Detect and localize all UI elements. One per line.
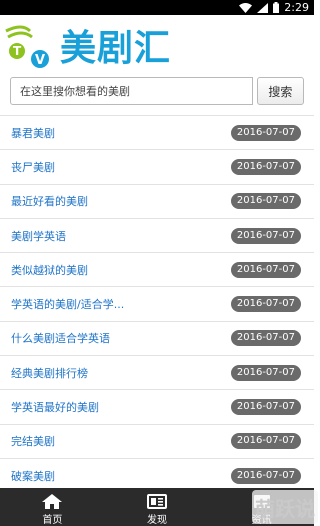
list-item[interactable]: 美剧学英语 2016-07-07 — [0, 217, 314, 253]
list-item-title: 最近好看的美剧 — [11, 195, 88, 209]
app-logo-text: 美剧汇 — [60, 28, 172, 69]
list-item-date: 2016-07-07 — [230, 227, 301, 244]
list-item-date: 2016-07-07 — [230, 296, 301, 313]
app-logo: T V 美剧汇 — [2, 23, 222, 73]
list-item[interactable]: 最近好看的美剧 2016-07-07 — [0, 183, 314, 218]
list-item[interactable]: 暴君美剧 2016-07-07 — [0, 115, 314, 150]
battery-icon — [273, 2, 280, 13]
list-item-title: 学英语最好的美剧 — [11, 401, 99, 415]
list-item-date: 2016-07-07 — [230, 124, 301, 141]
list-item[interactable]: 学英语最好的美剧 2016-07-07 — [0, 389, 314, 424]
list-item[interactable]: 完结美剧 2016-07-07 — [0, 423, 314, 458]
list-item[interactable]: 什么美剧适合学英语 2016-07-07 — [0, 320, 314, 356]
list-item-title: 美剧学英语 — [11, 229, 66, 243]
status-time: 2:29 — [284, 1, 309, 14]
list-item[interactable]: 经典美剧排行榜 2016-07-07 — [0, 355, 314, 390]
tab-home-label: 首页 — [42, 515, 63, 526]
list-item-date: 2016-07-07 — [230, 433, 301, 450]
list-item-date: 2016-07-07 — [230, 364, 301, 381]
list-item-date: 2016-07-07 — [230, 399, 301, 416]
list-item-title: 学英语的美剧/适合学... — [11, 298, 125, 312]
home-icon — [42, 494, 63, 509]
list-item-title: 暴君美剧 — [11, 126, 55, 140]
tab-discover-label: 发现 — [147, 515, 167, 526]
list-item[interactable]: 类似越狱的美剧 2016-07-07 — [0, 252, 314, 287]
list-item-title: 丧尸美剧 — [11, 160, 55, 174]
discover-icon — [147, 494, 167, 509]
app-header: T V 美剧汇 搜索 — [0, 15, 314, 112]
list-item-date: 2016-07-07 — [230, 158, 301, 175]
tab-discover[interactable]: 发现 — [105, 488, 210, 526]
list-item-date: 2016-07-07 — [230, 261, 301, 278]
list-item-title: 破案美剧 — [11, 469, 55, 483]
svg-text:V: V — [35, 53, 45, 68]
search-bar: 搜索 — [10, 77, 304, 105]
list-item-date: 2016-07-07 — [230, 193, 301, 210]
status-bar: 2:29 — [0, 0, 314, 15]
list-item-title: 类似越狱的美剧 — [11, 263, 88, 277]
list-item[interactable]: 学英语的美剧/适合学... 2016-07-07 — [0, 286, 314, 321]
list-item-date: 2016-07-07 — [230, 467, 301, 484]
watermark: 萌跃说 — [252, 490, 318, 524]
list-item-title: 完结美剧 — [11, 435, 55, 449]
show-list: 暴君美剧 2016-07-07 丧尸美剧 2016-07-07 最近好看的美剧 … — [0, 115, 314, 493]
list-item-title: 经典美剧排行榜 — [11, 366, 88, 380]
tv-logo-icon: T V — [5, 25, 49, 68]
svg-text:T: T — [13, 44, 22, 58]
tab-home[interactable]: 首页 — [0, 488, 105, 526]
search-input[interactable] — [10, 77, 253, 105]
list-item-title: 什么美剧适合学英语 — [11, 332, 110, 346]
search-button[interactable]: 搜索 — [256, 77, 304, 105]
signal-icon — [257, 2, 269, 13]
list-item[interactable]: 丧尸美剧 2016-07-07 — [0, 149, 314, 184]
list-item-date: 2016-07-07 — [230, 330, 301, 347]
watermark-text: 萌跃说 — [255, 496, 315, 521]
wifi-icon — [239, 2, 253, 13]
